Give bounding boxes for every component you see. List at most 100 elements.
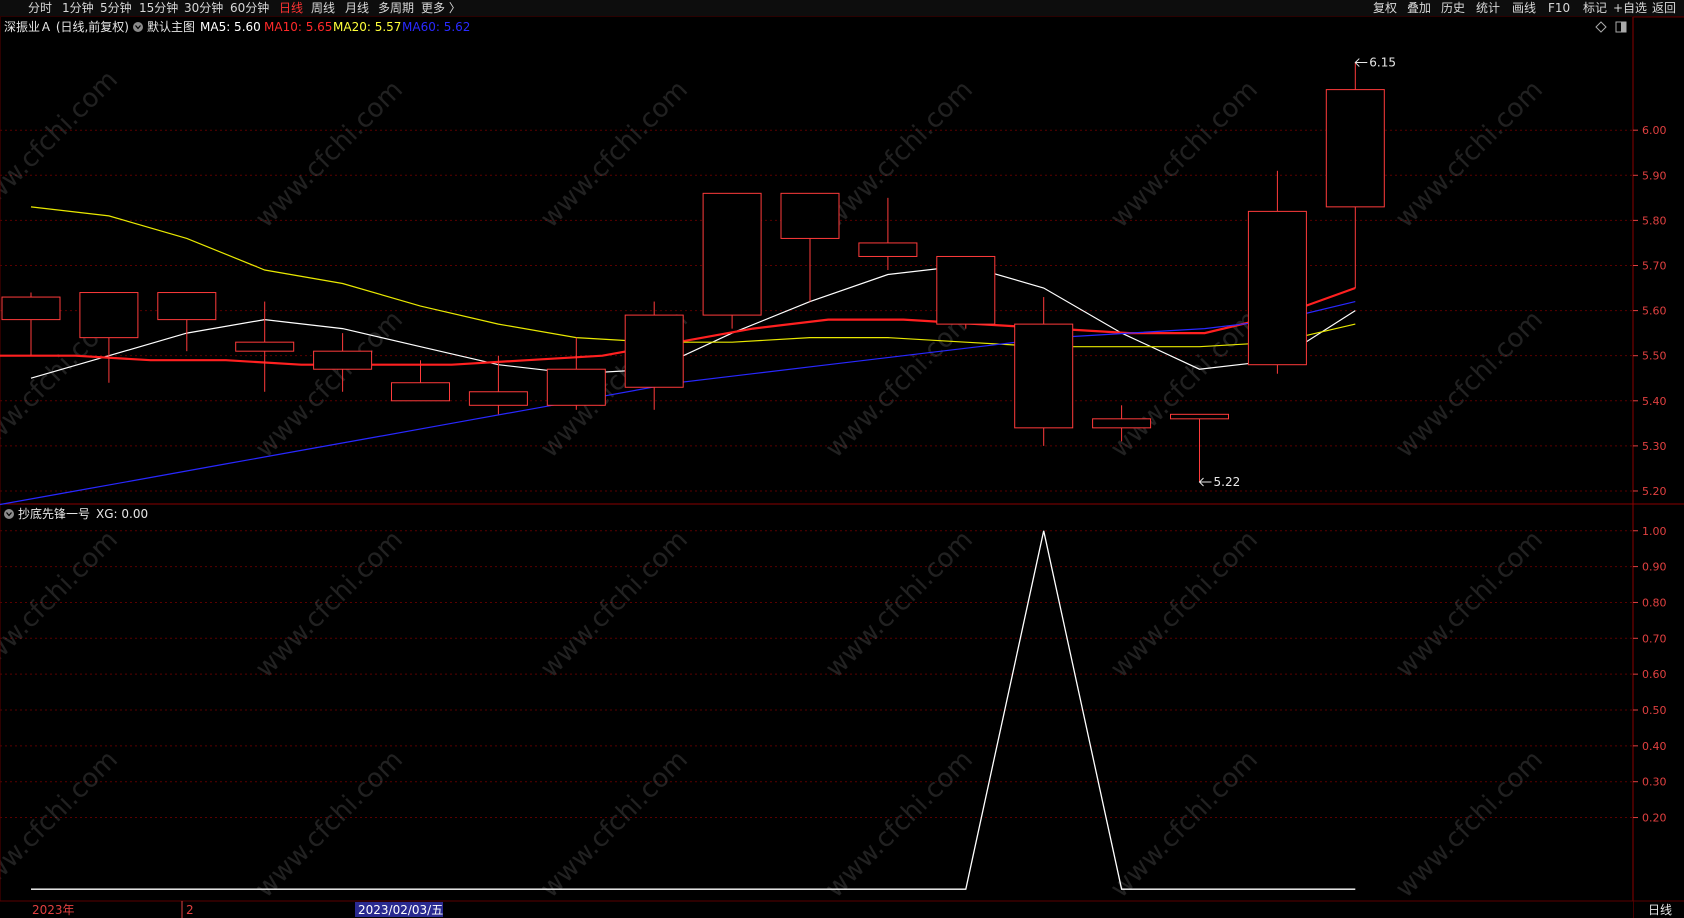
candle-body: [1170, 413, 1229, 420]
candle-10: [780, 192, 840, 302]
high-arrow-icon: [1354, 58, 1368, 67]
watermark-1: www.cfchi.com: [250, 75, 409, 234]
candle-body: [858, 242, 918, 257]
candle-1: [79, 292, 139, 383]
candle-0: [1, 292, 61, 356]
ma60-label: MA60: 5.62: [402, 20, 470, 34]
watermark-3: www.cfchi.com: [820, 75, 979, 234]
main-tick-label-5: 5.70: [1642, 259, 1667, 272]
candle-13: [1014, 297, 1074, 446]
candle-body: [780, 192, 840, 239]
watermark-12: www.cfchi.com: [0, 525, 124, 684]
high-price-marker: 6.15: [1369, 56, 1396, 70]
watermark-layer: www.cfchi.com www.cfchi.com www.cfchi.com w…: [0, 65, 1549, 904]
watermark-15: www.cfchi.com: [820, 525, 979, 684]
indicator-dropdown-icon[interactable]: [4, 509, 14, 519]
candle-16: [1247, 170, 1307, 374]
candle-body: [235, 341, 295, 352]
candle-body: [391, 382, 450, 402]
ind-tick-label-3: 0.50: [1642, 704, 1667, 717]
panel-toggle-fill: [1621, 22, 1626, 32]
watermark-23: www.cfchi.com: [1390, 745, 1549, 904]
main-tick-label-7: 5.90: [1642, 169, 1667, 182]
watermark-21: www.cfchi.com: [820, 745, 979, 904]
main-tick-label-2: 5.40: [1642, 395, 1667, 408]
candle-3: [235, 301, 295, 392]
watermark-0: www.cfchi.com: [0, 65, 124, 224]
watermark-22: www.cfchi.com: [1105, 745, 1264, 904]
candle-body: [624, 314, 684, 388]
ind-tick-label-6: 0.80: [1642, 596, 1667, 609]
template-dropdown-icon[interactable]: [133, 22, 143, 32]
watermark-13: www.cfchi.com: [250, 525, 409, 684]
candle-7: [546, 337, 606, 410]
stock-name: 深振业Ａ (日线,前复权): [4, 19, 129, 34]
indicator-panel-header: 抄底先锋一号 XG: 0.00: [4, 506, 148, 521]
watermark-11: www.cfchi.com: [1390, 305, 1549, 464]
watermark-9: www.cfchi.com: [820, 305, 979, 464]
date-label-year: 2023年: [32, 903, 75, 917]
main-tick-label-6: 5.80: [1642, 214, 1667, 227]
candle-9: [702, 192, 762, 329]
low-arrow-icon: [1198, 477, 1212, 487]
ma10-label: MA10: 5.65: [264, 20, 332, 34]
candle-5: [391, 360, 450, 402]
candle-body: [1325, 89, 1385, 208]
main-tick-label-1: 5.30: [1642, 440, 1667, 453]
candle-body: [936, 255, 996, 325]
main-tick-label-4: 5.60: [1642, 305, 1667, 318]
frame-layer: [0, 16, 1684, 918]
ind-tick-label-7: 0.90: [1642, 561, 1667, 574]
watermark-16: www.cfchi.com: [1105, 525, 1264, 684]
ind-tick-label-0: 0.20: [1642, 812, 1667, 825]
candle-15: [1170, 413, 1229, 482]
candle-11: [858, 197, 918, 270]
watermark-2: www.cfchi.com: [535, 75, 694, 234]
ind-tick-label-4: 0.60: [1642, 668, 1667, 681]
candle-body: [546, 368, 606, 406]
watermark-5: www.cfchi.com: [1390, 75, 1549, 234]
watermark-14: www.cfchi.com: [535, 525, 694, 684]
candle-body: [157, 292, 217, 321]
indicator-value: XG: 0.00: [96, 507, 148, 521]
candle-body: [468, 391, 528, 406]
watermark-7: www.cfchi.com: [250, 305, 409, 464]
candle-12: [936, 255, 996, 329]
date-axis-bar: 2023年 2 2023/02/03/五 日线: [0, 900, 1684, 918]
chart-canvas[interactable]: www.cfchi.com www.cfchi.com www.cfchi.com w…: [0, 0, 1684, 918]
candle-body: [1014, 323, 1074, 429]
watermark-18: www.cfchi.com: [0, 745, 124, 904]
candle-body: [702, 192, 762, 316]
ma20-label: MA20: 5.57: [333, 20, 401, 34]
watermark-10: www.cfchi.com: [1105, 305, 1264, 464]
ind-tick-label-5: 0.70: [1642, 632, 1667, 645]
candle-body: [1, 296, 61, 321]
ind-tick-label-1: 0.30: [1642, 776, 1667, 789]
low-price-marker: 5.22: [1214, 475, 1241, 489]
watermark-19: www.cfchi.com: [250, 745, 409, 904]
period-label: 日线: [1648, 903, 1672, 917]
indicator-title: 抄底先锋一号: [18, 506, 90, 521]
date-label-month: 2: [186, 903, 194, 917]
watermark-20: www.cfchi.com: [535, 745, 694, 904]
ind-tick-label-2: 0.40: [1642, 740, 1667, 753]
candle-17: [1325, 62, 1385, 289]
candle-body: [1247, 210, 1307, 366]
cursor-date-label: 2023/02/03/五: [358, 903, 443, 917]
candle-8: [624, 301, 684, 410]
price-axis-labels: 5.20 5.30 5.40 5.50 5.60 5.70 5.80 5.90 6.00 0.20…: [1633, 124, 1667, 825]
date-bar-bg: [0, 901, 1633, 918]
main-tick-label-0: 5.20: [1642, 485, 1667, 498]
main-panel-header: 深振业Ａ (日线,前复权) 默认主图 MA5: 5.60 MA10: 5.65 …: [4, 19, 1627, 34]
ma5-label: MA5: 5.60: [200, 20, 261, 34]
main-tick-label-3: 5.50: [1642, 350, 1667, 363]
candle-2: [157, 292, 217, 352]
watermark-17: www.cfchi.com: [1390, 525, 1549, 684]
candle-body: [1092, 418, 1152, 429]
watermark-4: www.cfchi.com: [1105, 75, 1264, 234]
candle-body: [79, 292, 139, 339]
main-tick-label-8: 6.00: [1642, 124, 1667, 137]
candle-body: [313, 350, 373, 370]
diamond-icon[interactable]: [1595, 21, 1607, 33]
candle-6: [468, 355, 528, 415]
